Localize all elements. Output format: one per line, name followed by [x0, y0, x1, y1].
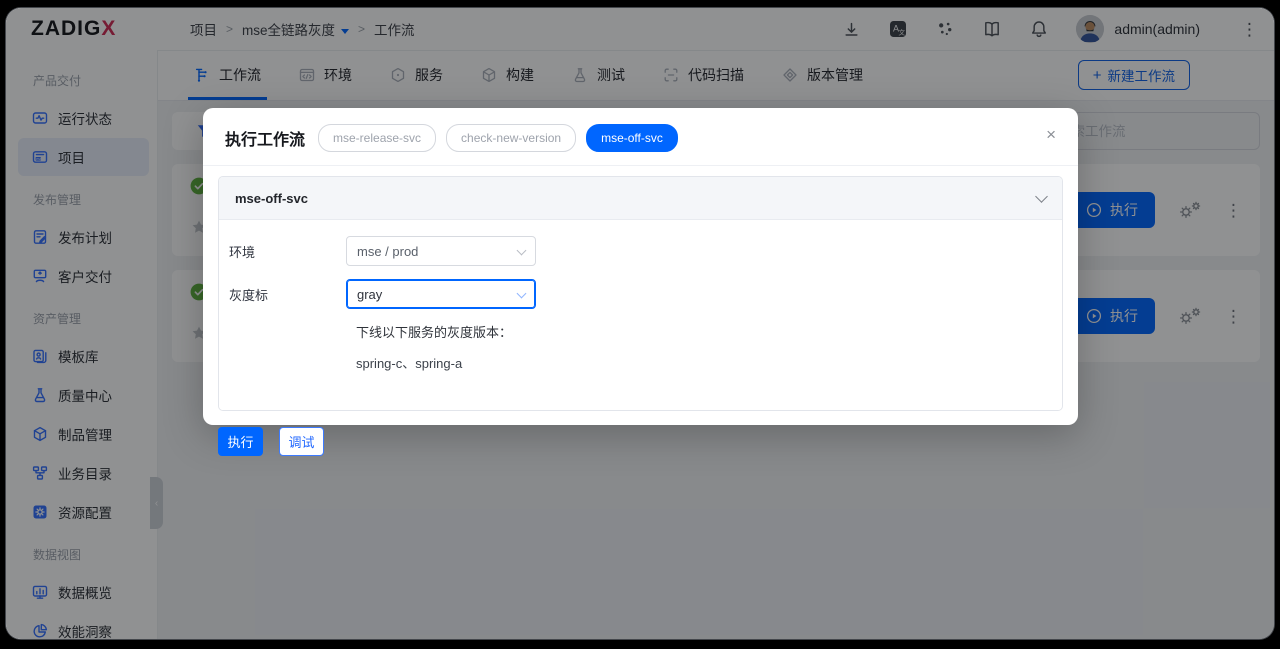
panel-title: mse-off-svc [235, 190, 308, 206]
chevron-down-icon [516, 288, 527, 298]
chevron-down-icon [516, 245, 527, 255]
offline-note-title: 下线以下服务的灰度版本： [356, 325, 513, 340]
debug-button[interactable]: 调试 [279, 427, 324, 456]
execute-button[interactable]: 执行 [218, 427, 263, 456]
offline-note: 下线以下服务的灰度版本： spring-c、spring-a [356, 322, 1062, 372]
env-select-value: mse / prod [357, 243, 419, 259]
env-field-label: 环境 [229, 244, 256, 260]
offline-note-services: spring-c、spring-a [356, 356, 463, 371]
chevron-down-icon [1035, 189, 1048, 203]
gray-tag-field-label: 灰度标 [229, 287, 269, 303]
env-field-row: 环境 mse / prod [229, 236, 1062, 266]
dialog-header: 执行工作流 mse-release-svc check-new-version … [203, 108, 1078, 166]
tag-mse-release-svc[interactable]: mse-release-svc [318, 124, 437, 152]
panel-header[interactable]: mse-off-svc [219, 177, 1062, 220]
dialog-title: 执行工作流 [225, 132, 306, 149]
panel-body: 环境 mse / prod 灰度标 gray 下线以下服务的灰度版本： spri… [219, 220, 1062, 410]
gray-tag-select[interactable]: gray [346, 279, 536, 309]
tag-check-new-version[interactable]: check-new-version [446, 124, 577, 152]
tag-mse-off-svc[interactable]: mse-off-svc [586, 124, 678, 152]
app-window: ZADIGX 项目 > mse全链路灰度 > 工作流 A文 admin(admi… [6, 8, 1274, 639]
run-workflow-dialog: 执行工作流 mse-release-svc check-new-version … [203, 108, 1078, 456]
dialog-body: mse-off-svc 环境 mse / prod 灰度标 gray 下线以下服… [203, 166, 1078, 411]
gray-tag-select-value: gray [357, 286, 383, 302]
close-icon[interactable]: × [1046, 126, 1056, 143]
dialog-footer: 执行 调试 [203, 411, 1078, 472]
gray-tag-field-row: 灰度标 gray [229, 279, 1062, 309]
workflow-panel: mse-off-svc 环境 mse / prod 灰度标 gray 下线以下服… [218, 176, 1063, 411]
workflow-tag-list: mse-release-svc check-new-version mse-of… [318, 124, 678, 152]
env-select[interactable]: mse / prod [346, 236, 536, 266]
